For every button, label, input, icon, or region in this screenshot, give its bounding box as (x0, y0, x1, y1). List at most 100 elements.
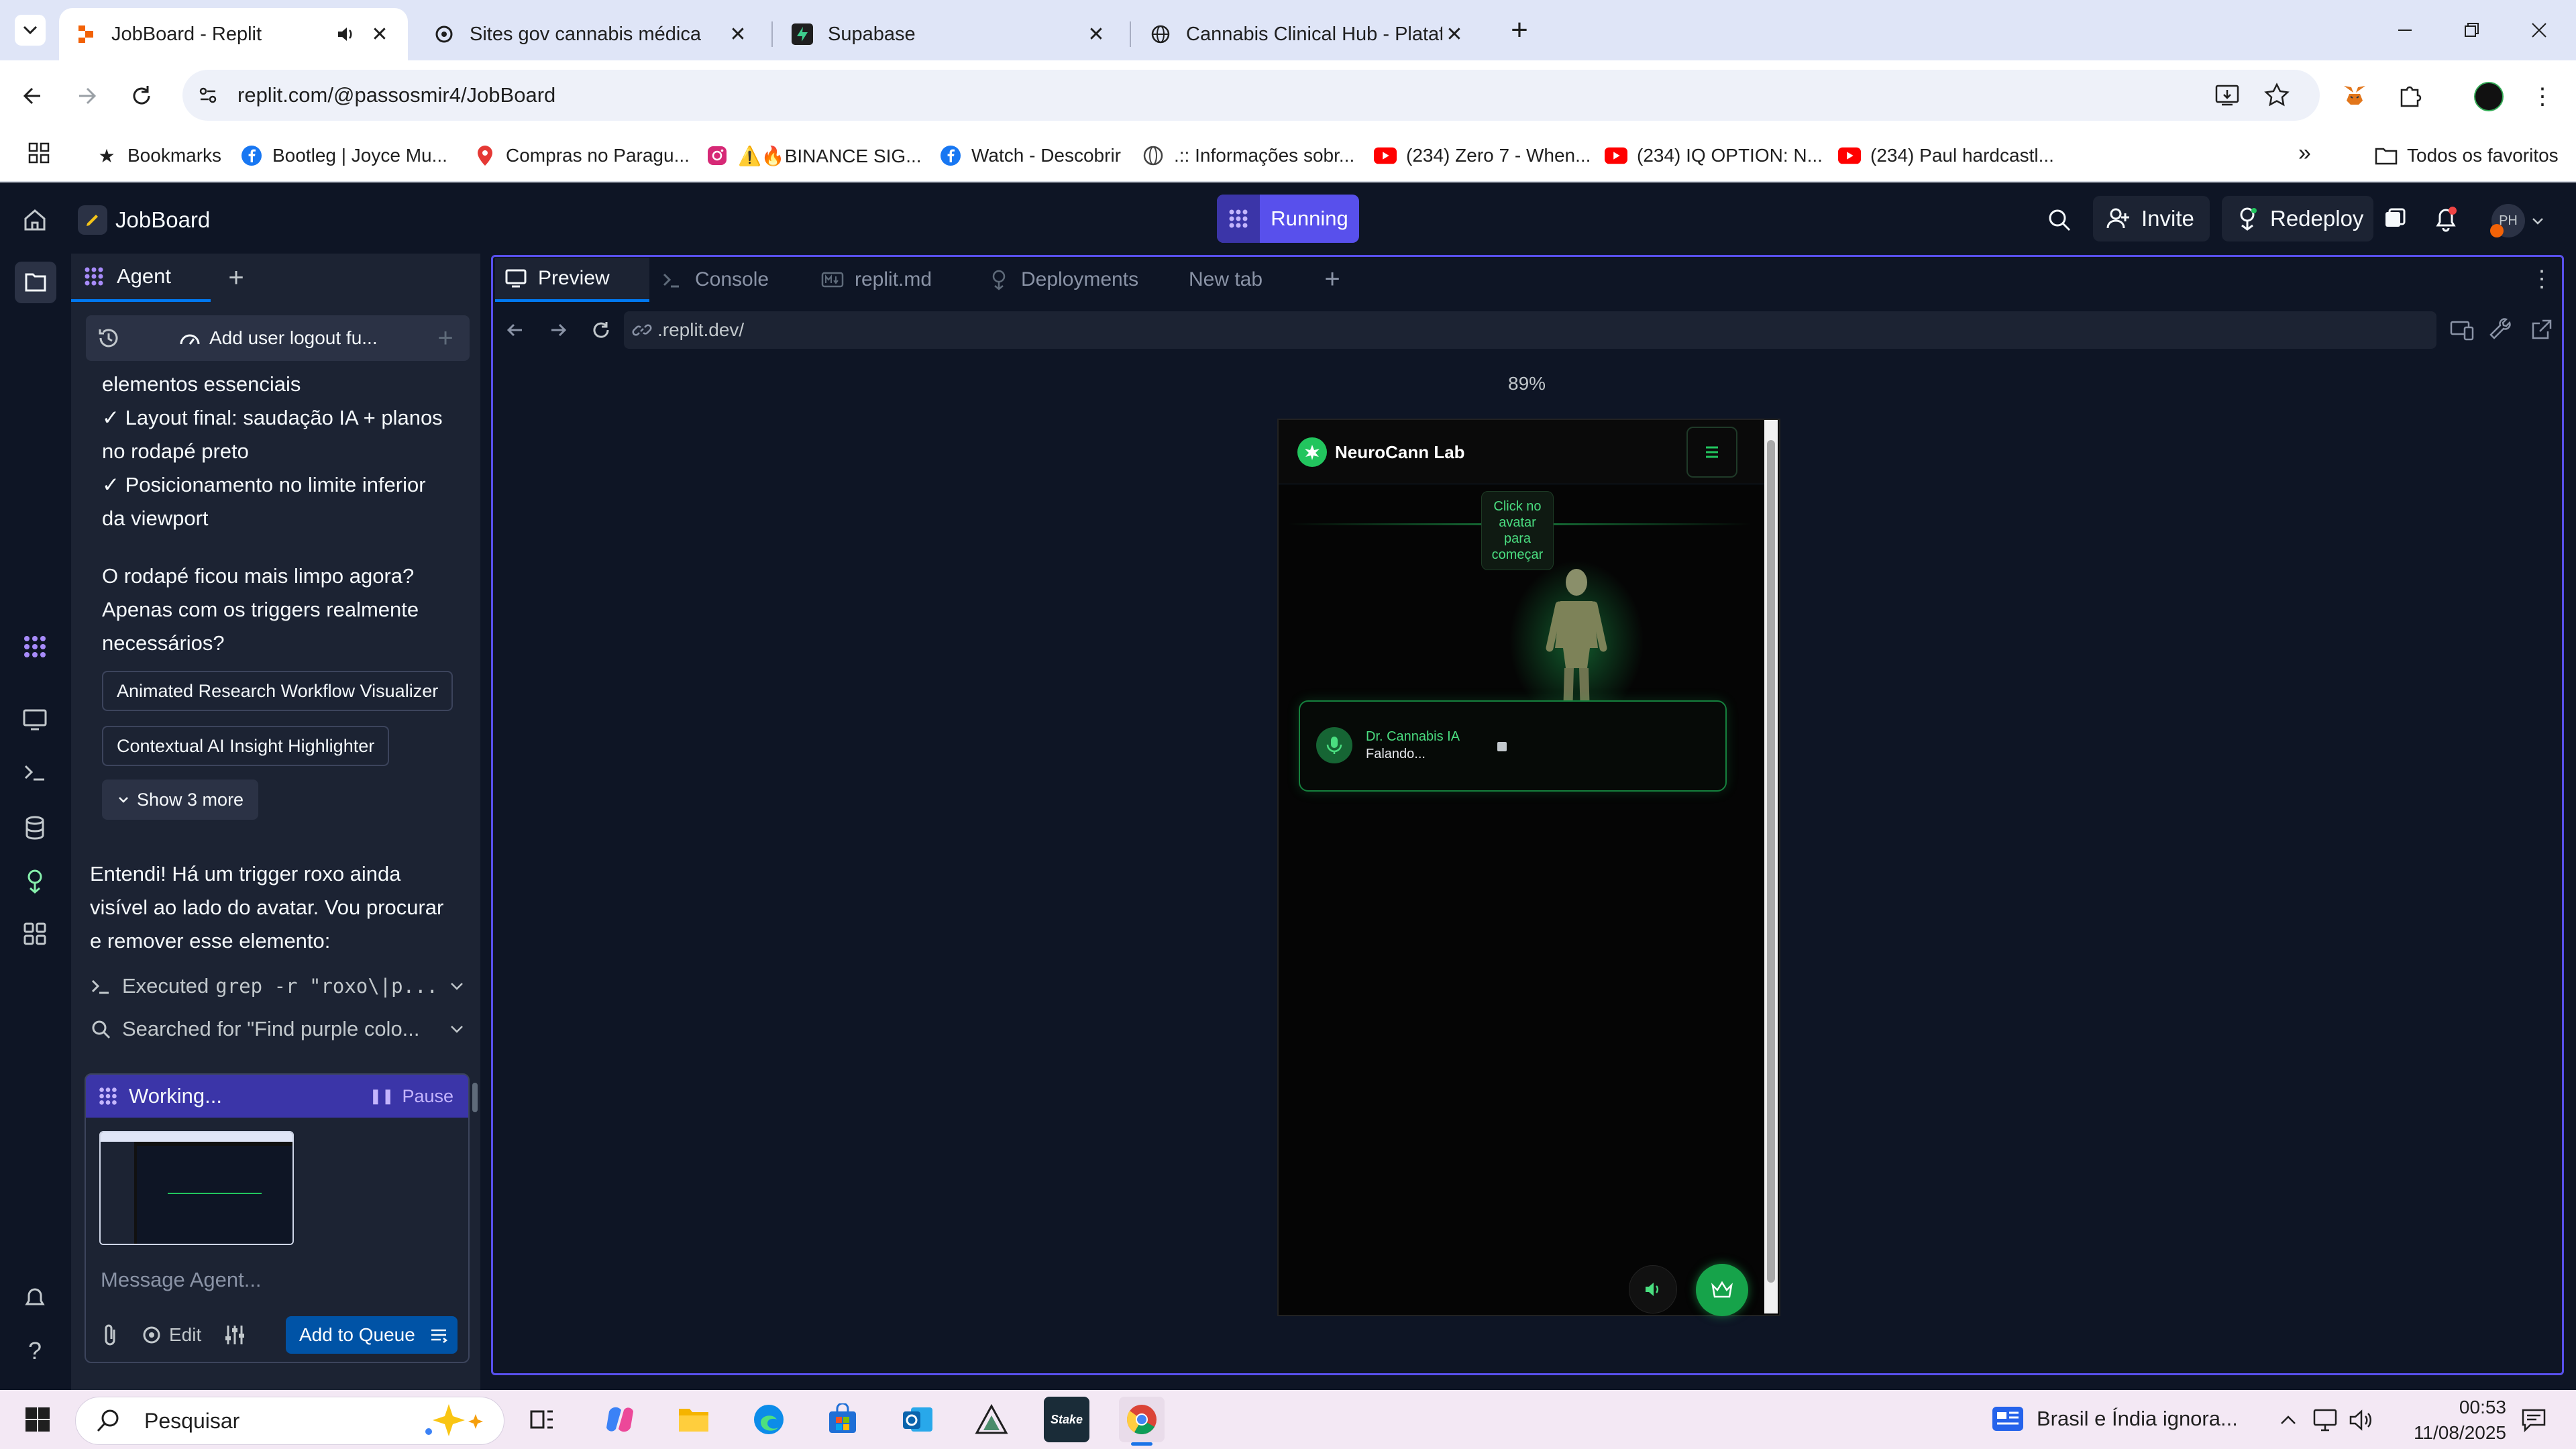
clock-date[interactable]: 11/08/2025 (2383, 1421, 2506, 1445)
preview-scrollbar-thumb[interactable] (1767, 440, 1775, 1283)
windows-icon[interactable] (2380, 204, 2410, 233)
avatar-figure[interactable] (1503, 554, 1650, 722)
bookmark-item[interactable]: (234) Paul hardcastl... (1838, 137, 2054, 174)
clock-time[interactable]: 00:53 (2419, 1395, 2506, 1419)
assistant-card[interactable] (1299, 700, 1727, 792)
screenshot-thumbnail[interactable] (99, 1131, 294, 1245)
start-button[interactable] (23, 1405, 52, 1434)
redeploy-button[interactable]: Redeploy (2222, 196, 2373, 241)
close-icon[interactable]: ✕ (1084, 23, 1108, 46)
stake-app-icon[interactable]: Stake (1044, 1397, 1089, 1442)
profile-avatar[interactable] (2474, 82, 2504, 111)
preview-forward-icon[interactable] (545, 317, 572, 343)
workspace-tab-readme[interactable]: replit.md (814, 258, 932, 302)
pane-menu-icon[interactable]: ⋮ (2530, 264, 2553, 294)
tab-search-button[interactable] (15, 15, 46, 46)
invite-button[interactable]: Invite (2093, 196, 2210, 241)
show-more-button[interactable]: Show 3 more (102, 780, 259, 820)
plans-button[interactable] (1696, 1264, 1748, 1316)
bookmark-item[interactable]: Bootleg | Joyce Mu... (240, 137, 447, 174)
bookmark-item[interactable]: ★ Bookmarks (95, 137, 221, 174)
new-thread-icon[interactable]: + (432, 325, 459, 352)
restore-button[interactable] (2455, 13, 2489, 47)
attach-icon[interactable] (98, 1322, 122, 1348)
bookmark-star-icon[interactable] (2262, 80, 2292, 110)
browser-tab-2[interactable]: Sites gov cannabis médica ✕ (417, 8, 766, 60)
install-app-icon[interactable] (2212, 80, 2242, 110)
metamask-extension-icon[interactable] (2340, 80, 2369, 110)
workspace-tab-new[interactable]: New tab (1189, 268, 1263, 291)
suggestion-chip[interactable]: Contextual AI Insight Highlighter (102, 726, 390, 766)
back-button[interactable] (16, 79, 50, 113)
sound-toggle-button[interactable] (1629, 1265, 1677, 1313)
app-logo-icon[interactable] (1297, 437, 1327, 467)
all-tools-icon[interactable] (20, 919, 50, 949)
chevron-down-icon[interactable] (2530, 213, 2545, 228)
devices-icon[interactable] (2449, 317, 2475, 343)
alerts-icon[interactable] (20, 1283, 50, 1312)
bookmark-item[interactable]: (234) Zero 7 - When... (1374, 137, 1591, 174)
suggestion-chip[interactable]: Animated Research Workflow Visualizer (102, 671, 453, 711)
deployments-rail-icon[interactable] (20, 867, 50, 896)
forward-button[interactable] (70, 79, 103, 113)
app-triangle-icon[interactable] (969, 1397, 1014, 1442)
pause-button[interactable]: ❚❚ Pause (370, 1086, 453, 1107)
speaker-icon[interactable] (335, 24, 356, 44)
preview-url-bar[interactable]: .replit.dev/ (624, 311, 2436, 349)
file-explorer-icon[interactable] (671, 1397, 716, 1442)
settings-sliders-icon[interactable] (221, 1322, 248, 1348)
site-info-icon[interactable] (195, 82, 221, 109)
browser-tab-3[interactable]: Supabase ✕ (775, 8, 1124, 60)
all-bookmarks-folder[interactable]: Todos os favoritos (2375, 137, 2559, 174)
run-status-button[interactable]: Running (1217, 195, 1359, 243)
edge-browser-icon[interactable] (746, 1397, 792, 1442)
message-input[interactable]: Message Agent... (101, 1265, 449, 1295)
agent-rail-icon[interactable] (20, 632, 50, 661)
extensions-puzzle-icon[interactable] (2395, 80, 2424, 110)
close-icon[interactable]: ✕ (1442, 23, 1466, 46)
action-searched[interactable]: Searched for "Find purple colo... (90, 1009, 466, 1049)
stop-icon[interactable] (1497, 742, 1507, 751)
url-text[interactable]: replit.com/@passosmir4/JobBoard (237, 82, 555, 109)
wrench-icon[interactable] (2489, 317, 2516, 343)
task-view-icon[interactable] (519, 1397, 565, 1442)
add-tab-button[interactable]: + (221, 263, 251, 292)
open-external-icon[interactable] (2528, 317, 2555, 343)
agent-tab[interactable]: Agent (71, 254, 211, 302)
agent-scrollbar[interactable] (472, 1083, 478, 1112)
copilot-icon[interactable] (597, 1397, 643, 1442)
bookmark-item[interactable]: .:: Informações sobr... (1142, 137, 1354, 174)
database-icon[interactable] (20, 813, 50, 843)
preview-reload-icon[interactable] (588, 317, 614, 343)
window-close-button[interactable] (2522, 13, 2556, 47)
home-icon[interactable] (19, 204, 51, 236)
bookmark-item[interactable]: (234) IQ OPTION: N... (1605, 137, 1823, 174)
apps-grid-icon[interactable] (24, 138, 54, 168)
edit-mode-button[interactable]: Edit (141, 1322, 201, 1348)
chrome-icon[interactable] (1119, 1397, 1165, 1442)
browser-tab-1[interactable]: JobBoard - Replit ✕ (59, 8, 408, 60)
outlook-icon[interactable] (895, 1397, 941, 1442)
workspace-tab-preview[interactable]: Preview (495, 258, 649, 302)
browser-menu-icon[interactable]: ⋮ (2529, 82, 2556, 111)
chevron-more-icon[interactable]: » (2298, 138, 2311, 168)
news-widget[interactable]: Brasil e Índia ignora... (1991, 1402, 2238, 1436)
console-rail-icon[interactable] (20, 758, 50, 788)
project-name[interactable]: JobBoard (115, 205, 210, 235)
preview-back-icon[interactable] (502, 317, 529, 343)
help-icon[interactable]: ? (20, 1336, 50, 1366)
bookmark-item[interactable]: Watch - Descobrir (939, 137, 1121, 174)
bookmark-item[interactable]: Compras no Paragu... (474, 137, 690, 174)
action-executed[interactable]: Executed grep -r "roxo\|p... (90, 966, 466, 1006)
add-pane-tab-button[interactable]: + (1318, 264, 1347, 294)
close-icon[interactable]: ✕ (368, 23, 392, 46)
new-tab-button[interactable]: + (1503, 13, 1536, 47)
reload-button[interactable] (125, 79, 158, 113)
search-icon[interactable] (2043, 204, 2076, 236)
minimize-button[interactable] (2388, 13, 2422, 47)
bookmark-item[interactable]: ⚠️🔥BINANCE SIG... (706, 137, 922, 174)
microphone-button[interactable] (1316, 727, 1352, 763)
network-icon[interactable] (2312, 1407, 2339, 1433)
app-brand[interactable]: NeuroCann Lab (1335, 441, 1465, 463)
notification-bell-icon[interactable] (2430, 203, 2462, 235)
